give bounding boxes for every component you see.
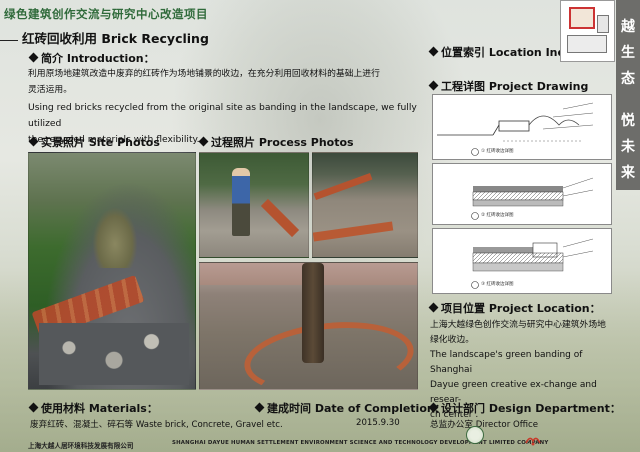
slogan-char: 生 xyxy=(621,45,635,61)
drawing-1-tag: ① 红砖收边详图 xyxy=(481,149,514,154)
intro-heading: 简介 Introduction： xyxy=(28,50,155,66)
site-photos-label: 实景照片 Site Photos xyxy=(41,136,160,149)
photo-gravel xyxy=(39,323,189,385)
photo-tree-trunk xyxy=(302,263,324,363)
slogan-char: 来 xyxy=(621,165,635,181)
completion-date: 2015.9.30 xyxy=(356,418,400,428)
process-photo-1 xyxy=(199,152,309,258)
bullet-diamond-icon xyxy=(28,136,39,147)
photo-shrub xyxy=(93,208,137,268)
slogan-char: 未 xyxy=(621,139,635,155)
department-heading: 设计部门 Design Department： xyxy=(428,400,621,416)
process-photo-3 xyxy=(199,262,418,390)
photo-brick-ring xyxy=(240,314,417,389)
intro-zh-line2: 灵活运用。 xyxy=(28,85,72,95)
bullet-diamond-icon xyxy=(198,136,209,147)
photo-brick-edging xyxy=(313,172,373,201)
materials-heading: 使用材料 Materials： xyxy=(28,400,158,416)
location-index-heading: 位置索引 Location Index xyxy=(428,44,580,60)
site-photo xyxy=(28,152,196,390)
page-title: 绿色建筑创作交流与研究中心改造项目 xyxy=(4,7,208,21)
photo-worker xyxy=(232,168,250,236)
detail-drawing-2-svg xyxy=(471,177,594,220)
materials-label: 使用材料 Materials： xyxy=(41,402,158,415)
footer-company-zh: 上海大越人居环境科技发展有限公司 xyxy=(28,442,134,450)
process-photo-2 xyxy=(312,152,418,258)
intro-zh-line1: 利用原场地建筑改造中废弃的红砖作为场地铺景的收边，在充分利用回收材料的基础上进行 xyxy=(28,69,380,79)
detail-drawing-1-svg xyxy=(437,102,594,156)
site-photos-heading: 实景照片 Site Photos xyxy=(28,134,160,150)
department-text: 总监办公室 Director Office xyxy=(430,420,539,430)
department-label: 设计部门 Design Department： xyxy=(441,402,621,415)
bullet-diamond-icon xyxy=(28,52,39,63)
map-building xyxy=(597,15,609,33)
bullet-diamond-icon xyxy=(28,402,39,413)
slogan-char: 越 xyxy=(621,19,635,35)
slogan-char: 态 xyxy=(621,71,635,87)
company-seal xyxy=(466,426,484,444)
completion-label: 建成时间 Date of Completion： xyxy=(267,402,446,415)
location-zh-line1: 上海大越绿色创作交流与研究中心建筑外场地 xyxy=(430,320,606,330)
bullet-diamond-icon xyxy=(428,46,439,57)
photo-brick-edging xyxy=(313,221,394,242)
footer-company-en: SHANGHAI DAYUE HUMAN SETTLEMENT ENVIRONM… xyxy=(172,440,549,446)
bullet-diamond-icon xyxy=(428,80,439,91)
completion-heading: 建成时间 Date of Completion： xyxy=(254,400,446,416)
project-location-heading: 项目位置 Project Location： xyxy=(428,300,601,316)
drawing-2-tag: ② 红砖收边详图 xyxy=(481,213,514,218)
intro-en-line1: Using red bricks recycled from the origi… xyxy=(28,102,417,129)
photo-brick-edging xyxy=(260,198,300,238)
project-drawing-heading: 工程详图 Project Drawing xyxy=(428,78,589,94)
company-logo-svg xyxy=(525,437,541,446)
bullet-diamond-icon xyxy=(428,302,439,313)
detail-drawing-3-svg xyxy=(471,238,594,289)
intro-text-zh: 利用原场地建筑改造中废弃的红砖作为场地铺景的收边，在充分利用回收材料的基础上进行… xyxy=(28,66,428,98)
detail-drawing-2: ② 红砖收边详图 xyxy=(432,163,612,225)
project-location-label: 项目位置 Project Location： xyxy=(441,302,601,315)
detail-drawing-3: ③ 红砖收边详图 xyxy=(432,228,612,294)
slogan-char: 悦 xyxy=(621,113,635,129)
detail-drawing-1: ① 红砖收边详图 xyxy=(432,94,612,160)
drawing-3-tag: ③ 红砖收边详图 xyxy=(481,282,514,287)
bullet-diamond-icon xyxy=(428,402,439,413)
location-index-map xyxy=(560,0,615,62)
project-drawing-label: 工程详图 Project Drawing xyxy=(441,80,589,93)
intro-heading-label: 简介 Introduction： xyxy=(41,52,155,65)
subtitle-rule xyxy=(0,40,18,41)
location-en-line1: The landscape's green banding of Shangha… xyxy=(430,350,583,375)
map-building xyxy=(567,35,607,53)
bullet-diamond-icon xyxy=(254,402,265,413)
map-highlighted-building xyxy=(569,7,595,29)
location-zh-line2: 绿化收边。 xyxy=(430,335,474,345)
process-photos-label: 过程照片 Process Photos xyxy=(211,136,354,149)
materials-text: 废弃红砖、混凝土、碎石等 Waste brick, Concrete, Grav… xyxy=(30,420,283,430)
page-subtitle: 红砖回收利用 Brick Recycling xyxy=(22,31,209,46)
process-photos-heading: 过程照片 Process Photos xyxy=(198,134,354,150)
slogan-band: 越 生 态 悦 未 来 xyxy=(616,0,640,190)
company-logo xyxy=(524,432,542,446)
